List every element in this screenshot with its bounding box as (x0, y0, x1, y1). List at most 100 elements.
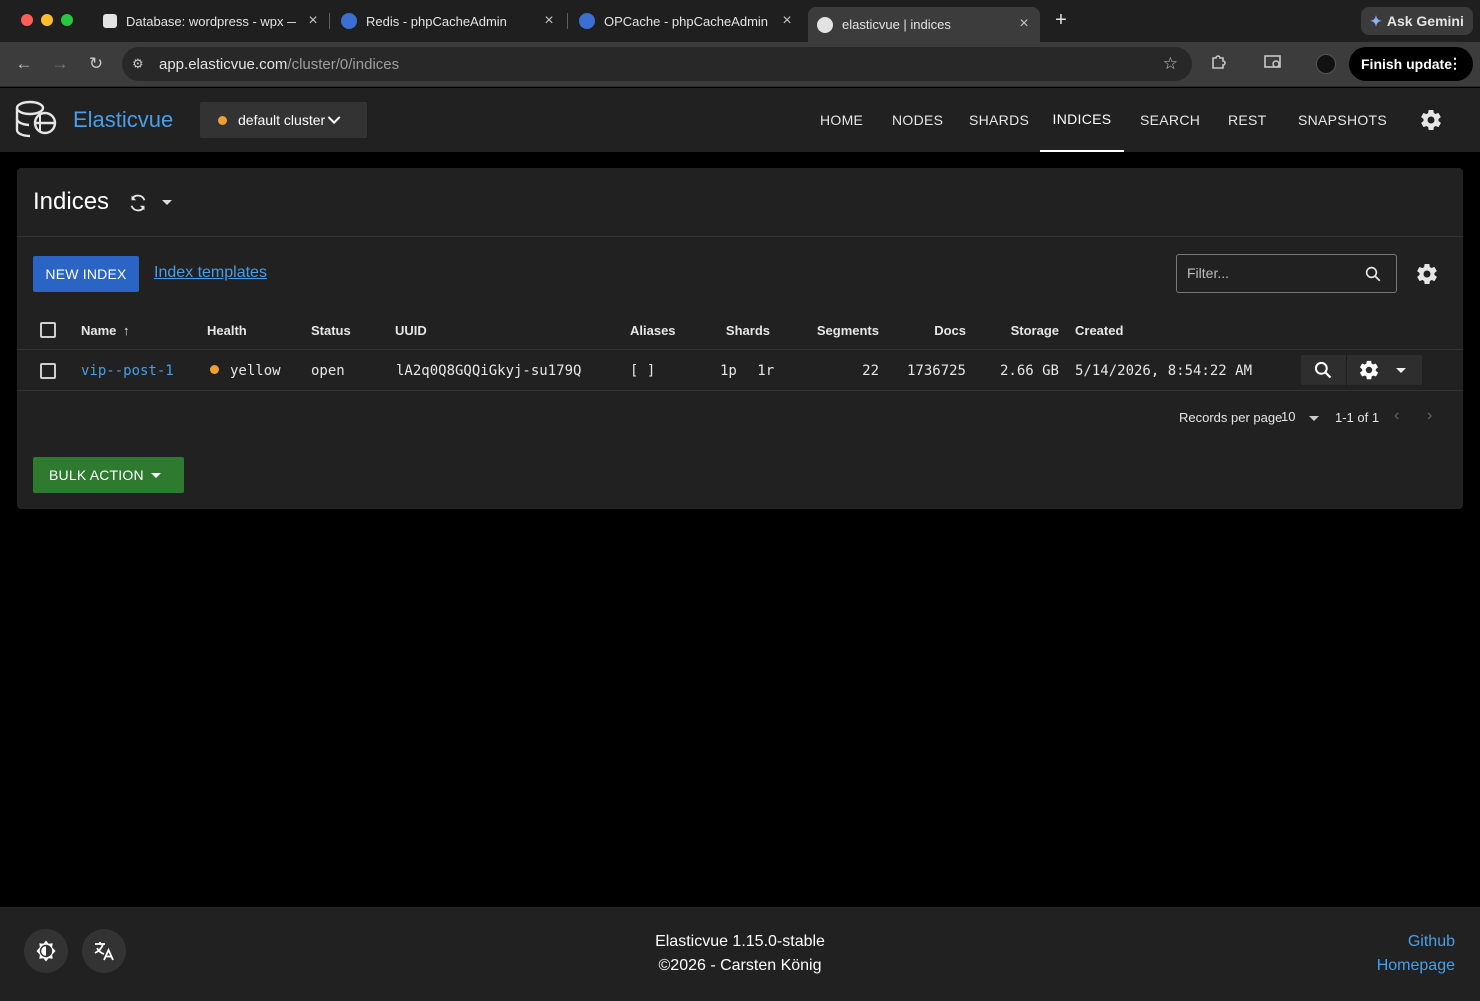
tab-separator (567, 13, 568, 29)
column-header-uuid[interactable]: UUID (395, 323, 427, 338)
nav-search[interactable]: SEARCH (1140, 88, 1200, 152)
settings-gear-icon[interactable] (1419, 108, 1443, 132)
tab-search-icon[interactable] (1262, 53, 1284, 75)
empty-content-area (0, 597, 1480, 907)
address-bar[interactable]: ⚙ app.elasticvue.com/cluster/0/indices ☆ (122, 47, 1192, 81)
index-segments: 22 (862, 363, 879, 379)
index-status: open (311, 363, 345, 379)
select-all-checkbox[interactable] (40, 322, 56, 338)
footer-copyright: ©2026 - Carsten König (658, 957, 822, 974)
sort-ascending-icon: ↑ (123, 323, 130, 338)
app-header: Elasticvue default cluster HOME NODES SH… (0, 88, 1480, 152)
browser-tab[interactable]: Redis - phpCacheAdmin × (341, 7, 557, 35)
index-templates-link[interactable]: Index templates (154, 264, 267, 282)
index-name-link[interactable]: vip--post-1 (81, 363, 174, 379)
window-zoom-button[interactable] (61, 14, 73, 26)
search-icon (1365, 266, 1381, 282)
index-created: 5/14/2026, 8:54:22 AM (1075, 363, 1253, 379)
elasticvue-logo-icon[interactable] (14, 98, 60, 142)
column-header-segments[interactable]: Segments (817, 323, 879, 338)
profile-avatar[interactable] (1316, 54, 1336, 74)
column-header-aliases[interactable]: Aliases (630, 323, 676, 338)
previous-page-icon[interactable]: ‹ (1394, 407, 1399, 425)
extensions-icon[interactable] (1208, 53, 1230, 75)
tab-close-icon[interactable]: × (541, 13, 557, 29)
caret-down-icon[interactable] (1396, 368, 1406, 373)
table-header: Name ↑ Health Status UUID Aliases Shards… (17, 310, 1463, 350)
index-health: yellow (210, 363, 281, 379)
new-index-button[interactable]: NEW INDEX (33, 256, 139, 292)
window-close-button[interactable] (21, 14, 33, 26)
github-link[interactable]: Github (1408, 933, 1455, 951)
footer-version: Elasticvue 1.15.0-stable (655, 933, 825, 950)
nav-shards[interactable]: SHARDS (969, 88, 1029, 152)
phpcacheadmin-favicon-icon (341, 13, 357, 29)
records-per-page-select[interactable]: 10 (1281, 409, 1295, 424)
column-header-storage[interactable]: Storage (1011, 323, 1059, 338)
browser-tab-active[interactable]: elasticvue | indices × (808, 7, 1040, 42)
database-favicon-icon (103, 14, 117, 28)
indices-card: Indices NEW INDEX Index templates Name ↑… (17, 168, 1463, 509)
browser-toolbar: ← → ↻ ⚙ app.elasticvue.com/cluster/0/ind… (0, 42, 1480, 87)
nav-rest[interactable]: REST (1228, 88, 1267, 152)
column-header-status[interactable]: Status (311, 323, 351, 338)
index-uuid: lA2q0Q8GQQiGkyj-su179Q (396, 363, 582, 379)
next-page-icon[interactable]: › (1427, 407, 1432, 425)
nav-snapshots[interactable]: SNAPSHOTS (1298, 88, 1387, 152)
row-actions (1301, 355, 1422, 385)
table-settings-gear-icon[interactable] (1415, 262, 1439, 286)
refresh-interval-caret-icon[interactable] (162, 200, 172, 205)
new-tab-icon[interactable]: + (1051, 10, 1071, 30)
url-path: /cluster/0/indices (287, 55, 400, 73)
window-minimize-button[interactable] (41, 14, 53, 26)
nav-indices-label: INDICES (1052, 111, 1112, 127)
filter-field[interactable] (1176, 254, 1397, 293)
app-brand-title[interactable]: Elasticvue (73, 107, 173, 133)
nav-nodes[interactable]: NODES (892, 88, 943, 152)
more-vert-icon[interactable]: ⋮ (1448, 55, 1462, 72)
column-header-name[interactable]: Name ↑ (81, 323, 130, 338)
caret-down-icon (151, 473, 161, 478)
index-storage: 2.66 GB (999, 363, 1059, 379)
tab-close-icon[interactable]: × (779, 13, 795, 29)
back-arrow-icon[interactable]: ← (13, 53, 35, 75)
row-select-checkbox[interactable] (40, 363, 56, 379)
browser-tab-bar: Database: wordpress - wpx — × Redis - ph… (0, 0, 1480, 42)
index-docs: 1736725 (906, 363, 966, 379)
forward-arrow-icon[interactable]: → (49, 53, 71, 75)
caret-down-icon[interactable] (1309, 416, 1319, 421)
index-shards: 1p 1r (720, 363, 775, 379)
bookmark-star-icon[interactable]: ☆ (1163, 54, 1178, 74)
homepage-link[interactable]: Homepage (1377, 957, 1455, 975)
site-settings-icon[interactable]: ⚙ (132, 56, 150, 72)
cluster-status-dot (218, 115, 227, 125)
health-status-dot (210, 365, 219, 374)
browser-tab[interactable]: Database: wordpress - wpx — × (103, 7, 321, 35)
tab-close-icon[interactable]: × (305, 13, 321, 29)
nav-home[interactable]: HOME (820, 88, 863, 152)
refresh-icon[interactable] (127, 192, 149, 214)
column-header-shards[interactable]: Shards (726, 323, 770, 338)
page-title: Indices (33, 188, 110, 215)
browser-tab[interactable]: OPCache - phpCacheAdmin × (579, 7, 795, 35)
gemini-sparkle-icon: ✦ (1370, 12, 1382, 29)
column-header-created[interactable]: Created (1075, 323, 1123, 338)
column-header-docs[interactable]: Docs (934, 323, 966, 338)
tab-close-icon[interactable]: × (1016, 16, 1032, 32)
divider (17, 236, 1463, 237)
search-documents-icon[interactable] (1313, 360, 1333, 380)
app-footer: Elasticvue 1.15.0-stable ©2026 - Carsten… (0, 907, 1480, 1001)
finish-update-button[interactable]: Finish update ⋮ (1349, 47, 1473, 81)
tab-separator (329, 13, 330, 29)
url-host: app.elasticvue.com (159, 55, 288, 73)
chevron-down-icon (327, 110, 341, 124)
column-header-health[interactable]: Health (207, 323, 247, 338)
bulk-action-button[interactable]: BULK ACTION (33, 457, 184, 493)
filter-input[interactable] (1187, 263, 1357, 283)
nav-indices[interactable]: INDICES (1040, 88, 1124, 152)
ask-gemini-button[interactable]: ✦ Ask Gemini (1361, 7, 1473, 35)
index-settings-gear-icon[interactable] (1358, 359, 1380, 381)
reload-icon[interactable]: ↻ (85, 53, 107, 75)
table-row: vip--post-1 yellow open lA2q0Q8GQQiGkyj-… (17, 351, 1463, 391)
cluster-selector[interactable]: default cluster (200, 102, 367, 138)
